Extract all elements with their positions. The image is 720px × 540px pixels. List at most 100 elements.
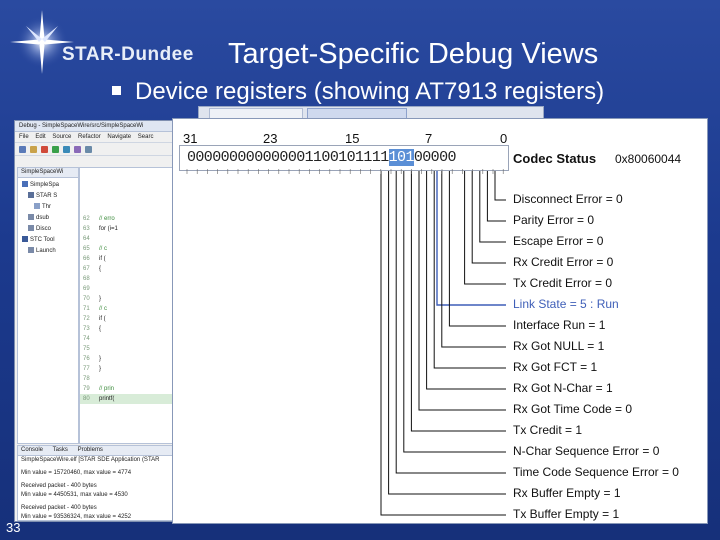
console-line: Min value = 93536324, max value = 4252 xyxy=(21,514,132,520)
register-field[interactable]: Link State = 5 : Run xyxy=(513,297,619,311)
ide-title-bar: Debug - SimpleSpaceWire/src/SimpleSpaceW… xyxy=(15,121,175,132)
tool-icon xyxy=(22,236,28,243)
register-field[interactable]: Parity Error = 0 xyxy=(513,213,594,227)
menu-refactor[interactable]: Refactor xyxy=(78,134,101,140)
console-line: SimpleSpaceWire.elf [STAR SDE Applicatio… xyxy=(21,457,160,463)
code-line[interactable]: 67 { xyxy=(80,264,174,274)
code-line[interactable]: 65 // c xyxy=(80,244,174,254)
file-icon xyxy=(28,225,34,232)
connector-line xyxy=(448,171,506,327)
menu-file[interactable]: File xyxy=(19,134,29,140)
line-number: 76 xyxy=(83,356,90,362)
register-field[interactable]: Disconnect Error = 0 xyxy=(513,192,623,206)
register-field[interactable]: Rx Got FCT = 1 xyxy=(513,360,597,374)
build-icon[interactable] xyxy=(74,145,81,153)
tree-item[interactable]: STAR S xyxy=(20,191,76,202)
code-text: // c xyxy=(99,306,108,312)
connector-line xyxy=(479,171,506,243)
code-line[interactable]: 66 if ( xyxy=(80,254,174,264)
code-text: // prin xyxy=(99,386,115,392)
debug-icon[interactable] xyxy=(63,145,70,153)
code-line[interactable]: 73 { xyxy=(80,324,174,334)
code-line[interactable]: 69 xyxy=(80,284,174,294)
tree-item[interactable]: SimpleSpa xyxy=(20,180,76,191)
code-line[interactable]: 72 if ( xyxy=(80,314,174,324)
code-line[interactable]: 62 // erro xyxy=(80,214,174,224)
code-line[interactable]: 74 xyxy=(80,334,174,344)
code-text: if ( xyxy=(99,316,106,322)
code-line[interactable]: 77} xyxy=(80,364,174,374)
project-tree-tab[interactable]: SimpleSpaceWi xyxy=(18,168,78,178)
code-line[interactable]: 68 xyxy=(80,274,174,284)
connector-line xyxy=(494,171,506,201)
line-number: 74 xyxy=(83,336,90,342)
tree-item[interactable]: dsub xyxy=(20,213,76,224)
connector-line xyxy=(380,171,506,516)
register-field[interactable]: Rx Got Time Code = 0 xyxy=(513,402,632,416)
register-field[interactable]: Time Code Sequence Error = 0 xyxy=(513,465,679,479)
code-line[interactable]: 75 xyxy=(80,344,174,354)
register-field[interactable]: Tx Credit = 1 xyxy=(513,423,582,437)
stop-icon[interactable] xyxy=(41,145,48,153)
menu-edit[interactable]: Edit xyxy=(35,134,45,140)
tab-tasks[interactable]: Tasks xyxy=(53,447,68,453)
register-field[interactable]: Tx Buffer Empty = 1 xyxy=(513,507,619,521)
code-line[interactable]: 78 xyxy=(80,374,174,384)
console-pane: Console Tasks Problems SimpleSpaceWire.e… xyxy=(17,445,175,521)
register-field[interactable]: Tx Credit Error = 0 xyxy=(513,276,612,290)
tree-item[interactable]: Thr xyxy=(20,202,76,213)
line-number: 73 xyxy=(83,326,90,332)
line-number: 66 xyxy=(83,256,90,262)
line-number: 70 xyxy=(83,296,90,302)
register-field[interactable]: Escape Error = 0 xyxy=(513,234,603,248)
tree-item[interactable]: Disco xyxy=(20,224,76,235)
menu-navigate[interactable]: Navigate xyxy=(107,134,131,140)
tab-console[interactable]: Console xyxy=(21,447,43,453)
code-line[interactable]: 71 // c xyxy=(80,304,174,314)
run-icon[interactable] xyxy=(52,145,59,153)
code-line[interactable]: 79 // prin xyxy=(80,384,174,394)
menu-search[interactable]: Searc xyxy=(138,134,154,140)
register-field[interactable]: Rx Buffer Empty = 1 xyxy=(513,486,621,500)
connector-line xyxy=(441,171,506,348)
register-field[interactable]: N-Char Sequence Error = 0 xyxy=(513,444,659,458)
menu-source[interactable]: Source xyxy=(52,134,71,140)
register-field[interactable]: Rx Got NULL = 1 xyxy=(513,339,604,353)
connector-line xyxy=(395,171,506,474)
register-field[interactable]: Rx Credit Error = 0 xyxy=(513,255,613,269)
slide-number: 33 xyxy=(6,520,21,535)
tree-item[interactable]: STC Tool xyxy=(20,235,76,246)
code-line[interactable]: 80 printf( xyxy=(80,394,174,404)
code-text: // erro xyxy=(99,216,115,222)
code-line[interactable]: 63 for (i=1 xyxy=(80,224,174,234)
folder-icon xyxy=(28,192,34,199)
line-number: 67 xyxy=(83,266,90,272)
project-icon xyxy=(22,181,28,188)
thread-icon xyxy=(34,203,40,210)
ide-menu-bar: File Edit Source Refactor Navigate Searc xyxy=(15,132,175,143)
code-line[interactable]: 70} xyxy=(80,294,174,304)
connector-line xyxy=(486,171,506,222)
line-number: 78 xyxy=(83,376,90,382)
save-icon[interactable] xyxy=(19,145,26,153)
connector-line xyxy=(436,171,506,306)
code-text: } xyxy=(99,356,102,362)
code-editor-pane[interactable]: 62 // erro 63 for (i=1 64 65 // c 66 if (67 {68 69… xyxy=(79,167,175,444)
register-field[interactable]: Interface Run = 1 xyxy=(513,318,605,332)
line-number: 80 xyxy=(83,396,90,402)
open-icon[interactable] xyxy=(30,145,37,153)
register-field[interactable]: Rx Got N-Char = 1 xyxy=(513,381,613,395)
bullet-text: Device registers (showing AT7913 registe… xyxy=(135,78,605,105)
ide-toolbar xyxy=(15,143,175,156)
line-number: 72 xyxy=(83,316,90,322)
bit-field-connector-lines xyxy=(186,169,506,516)
console-line: Min value = 15720460, max value = 4774 xyxy=(21,470,132,476)
tab-problems[interactable]: Problems xyxy=(78,447,103,453)
console-line: Min value = 4450531, max value = 4530 xyxy=(21,492,128,498)
code-text: { xyxy=(99,266,102,272)
slide-title: Target-Specific Debug Views xyxy=(228,38,599,70)
code-line[interactable]: 76} xyxy=(80,354,174,364)
tree-item[interactable]: Launch xyxy=(20,246,76,257)
code-line[interactable]: 64 xyxy=(80,234,174,244)
search-icon[interactable] xyxy=(85,145,92,153)
